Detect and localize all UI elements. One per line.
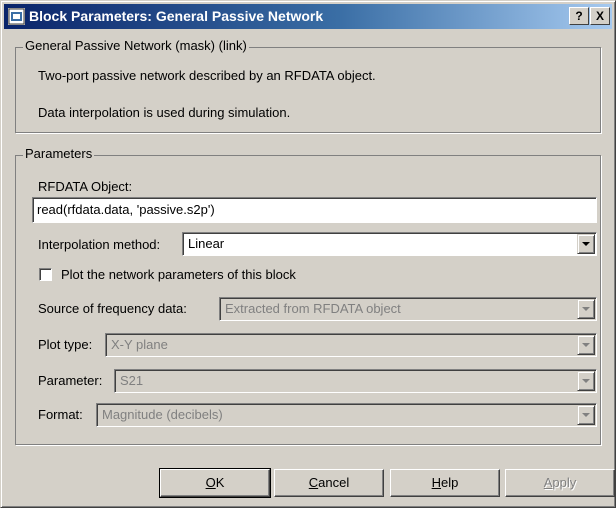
dropdown-arrow-button[interactable] xyxy=(577,335,595,355)
parameter-select[interactable]: S21 xyxy=(114,369,597,393)
dropdown-arrow-button[interactable] xyxy=(577,299,595,319)
close-button[interactable]: X xyxy=(590,7,610,25)
format-select[interactable]: Magnitude (decibels) xyxy=(96,403,597,427)
simulink-block-icon xyxy=(8,8,25,25)
dropdown-arrow-button[interactable] xyxy=(577,371,595,391)
parameter-label: Parameter: xyxy=(38,373,103,388)
chevron-down-icon xyxy=(582,379,590,383)
chevron-down-icon xyxy=(582,242,590,246)
mask-description-line1: Two-port passive network described by an… xyxy=(38,68,376,83)
plot-type-label: Plot type: xyxy=(38,337,93,352)
rfdata-object-input[interactable]: read(rfdata.data, 'passive.s2p') xyxy=(32,197,597,223)
help-button[interactable]: Help xyxy=(390,469,500,497)
parameters-group-legend: Parameters xyxy=(23,146,95,161)
frequency-source-select[interactable]: Extracted from RFDATA object xyxy=(219,297,597,321)
rfdata-object-label: RFDATA Object: xyxy=(38,179,133,194)
plot-parameters-checkbox[interactable] xyxy=(39,268,52,281)
title-bar[interactable]: Block Parameters: General Passive Networ… xyxy=(4,4,612,29)
mask-description-group: General Passive Network (mask) (link) xyxy=(15,38,601,133)
apply-button[interactable]: Apply xyxy=(505,469,615,497)
format-label: Format: xyxy=(38,407,83,422)
frequency-source-label: Source of frequency data: xyxy=(38,301,187,316)
cancel-button[interactable]: Cancel xyxy=(274,469,384,497)
interpolation-method-label: Interpolation method: xyxy=(38,237,161,252)
parameter-value: S21 xyxy=(120,373,144,388)
plot-parameters-label: Plot the network parameters of this bloc… xyxy=(61,267,296,282)
window-title: Block Parameters: General Passive Networ… xyxy=(29,8,324,24)
chevron-down-icon xyxy=(582,343,590,347)
format-value: Magnitude (decibels) xyxy=(102,407,223,422)
plot-type-select[interactable]: X-Y plane xyxy=(105,333,597,357)
chevron-down-icon xyxy=(582,307,590,311)
plot-type-value: X-Y plane xyxy=(111,337,168,352)
interpolation-method-select[interactable]: Linear xyxy=(182,232,597,256)
frequency-source-value: Extracted from RFDATA object xyxy=(225,301,401,316)
dropdown-arrow-button[interactable] xyxy=(577,234,595,254)
mask-group-legend: General Passive Network (mask) (link) xyxy=(23,38,249,53)
dropdown-arrow-button[interactable] xyxy=(577,405,595,425)
ok-button[interactable]: OK xyxy=(159,468,271,498)
help-title-button[interactable]: ? xyxy=(569,7,589,25)
dialog-window: Block Parameters: General Passive Networ… xyxy=(0,0,616,508)
interpolation-method-value: Linear xyxy=(188,236,225,251)
mask-description-line2: Data interpolation is used during simula… xyxy=(38,105,291,120)
chevron-down-icon xyxy=(582,413,590,417)
